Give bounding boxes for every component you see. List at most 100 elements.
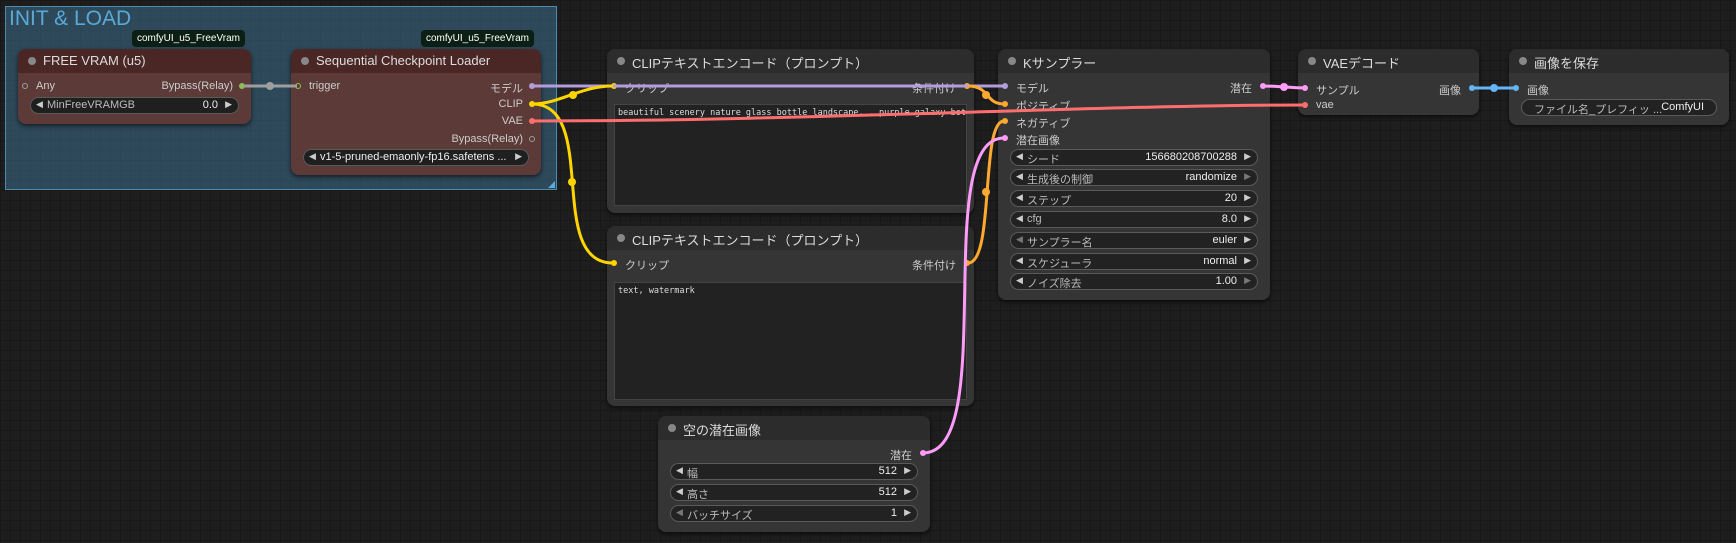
- widget-value[interactable]: v1-5-pruned-emaonly-fp16.safetens ...: [320, 151, 507, 163]
- widget-scheduler[interactable]: ◀ スケジューラ normal ▶: [1010, 253, 1258, 270]
- arrow-left-icon[interactable]: ◀: [1016, 275, 1023, 286]
- arrow-right-icon[interactable]: ▶: [904, 486, 911, 497]
- node-header[interactable]: CLIPテキストエンコード（プロンプト）: [607, 226, 974, 250]
- collapse-dot-icon[interactable]: [1519, 57, 1527, 65]
- arrow-right-icon[interactable]: ▶: [904, 507, 911, 518]
- widget-value[interactable]: ComfyUI: [1661, 101, 1704, 113]
- collapse-dot-icon[interactable]: [617, 57, 625, 65]
- widget-value[interactable]: 20: [1225, 192, 1237, 204]
- arrow-left-icon[interactable]: ◀: [309, 151, 316, 162]
- node-header[interactable]: 画像を保存: [1509, 49, 1729, 73]
- arrow-right-icon[interactable]: ▶: [225, 99, 232, 110]
- output-port-bypass[interactable]: [529, 136, 535, 142]
- input-port-any[interactable]: [22, 83, 28, 89]
- node-save-image[interactable]: 画像を保存 画像 ファイル名_プレフィッ ... ComfyUI: [1509, 49, 1729, 125]
- group-resize-handle[interactable]: [548, 181, 555, 188]
- widget-min-free-vram[interactable]: ◀ MinFreeVRAMGB 0.0 ▶: [30, 97, 239, 114]
- widget-cfg[interactable]: ◀ cfg 8.0 ▶: [1010, 211, 1258, 228]
- output-port-model[interactable]: [529, 83, 535, 89]
- arrow-left-icon[interactable]: ◀: [676, 465, 683, 476]
- output-port-latent[interactable]: [920, 450, 926, 456]
- widget-value[interactable]: 1.00: [1216, 275, 1237, 287]
- widget-control-after-generate[interactable]: ◀ 生成後の制御 randomize ▶: [1010, 169, 1258, 186]
- widget-filename-prefix[interactable]: ファイル名_プレフィッ ... ComfyUI: [1521, 99, 1717, 116]
- arrow-left-icon[interactable]: ◀: [1016, 151, 1023, 162]
- output-port-image[interactable]: [1469, 85, 1475, 91]
- input-port-samples[interactable]: [1302, 85, 1308, 91]
- collapse-dot-icon[interactable]: [668, 424, 676, 432]
- node-header[interactable]: FREE VRAM (u5): [18, 49, 251, 73]
- node-header[interactable]: VAEデコード: [1298, 49, 1479, 73]
- arrow-left-icon[interactable]: ◀: [36, 99, 43, 110]
- widget-ckpt-name[interactable]: ◀ v1-5-pruned-emaonly-fp16.safetens ... …: [303, 149, 529, 166]
- collapse-dot-icon[interactable]: [28, 57, 36, 65]
- arrow-left-icon[interactable]: ◀: [1016, 171, 1023, 182]
- node-ksampler[interactable]: Kサンプラー モデル ポジティブ ネガティブ 潜在画像 潜在 ◀ シード 156…: [998, 49, 1270, 300]
- input-port-images[interactable]: [1513, 85, 1519, 91]
- node-header[interactable]: Sequential Checkpoint Loader: [291, 49, 541, 73]
- widget-value[interactable]: 1: [891, 507, 897, 519]
- widget-value[interactable]: 512: [879, 465, 897, 477]
- collapse-dot-icon[interactable]: [1008, 57, 1016, 65]
- arrow-right-icon[interactable]: ▶: [1244, 213, 1251, 224]
- arrow-left-icon[interactable]: ◀: [1016, 192, 1023, 203]
- group-title[interactable]: INIT & LOAD: [9, 7, 131, 31]
- link-clip-negative-midpoint[interactable]: [568, 178, 576, 186]
- arrow-right-icon[interactable]: ▶: [1244, 151, 1251, 162]
- input-port-latent[interactable]: [1002, 135, 1008, 141]
- node-free-vram[interactable]: FREE VRAM (u5) Any Bypass(Relay) ◀ MinFr…: [18, 49, 251, 124]
- link-image-midpoint[interactable]: [1490, 84, 1498, 92]
- link-conditioning-negative-midpoint[interactable]: [982, 188, 990, 196]
- widget-value[interactable]: 8.0: [1222, 213, 1237, 225]
- arrow-right-icon[interactable]: ▶: [904, 465, 911, 476]
- output-port-clip[interactable]: [529, 101, 535, 107]
- widget-value[interactable]: 512: [879, 486, 897, 498]
- arrow-right-icon[interactable]: ▶: [1244, 275, 1251, 286]
- link-samples-midpoint[interactable]: [1280, 83, 1288, 91]
- output-port-latent[interactable]: [1260, 83, 1266, 89]
- widget-value[interactable]: 156680208700288: [1145, 151, 1237, 163]
- widget-width[interactable]: ◀ 幅 512 ▶: [670, 463, 918, 480]
- input-port-positive[interactable]: [1002, 101, 1008, 107]
- arrow-right-icon[interactable]: ▶: [1244, 234, 1251, 245]
- widget-batch-size[interactable]: ◀ バッチサイズ 1 ▶: [670, 505, 918, 522]
- node-clip-text-encode-negative[interactable]: CLIPテキストエンコード（プロンプト） クリップ 条件付け text, wat…: [607, 226, 974, 406]
- prompt-textarea[interactable]: text, watermark: [614, 282, 967, 400]
- link-conditioning-positive-midpoint[interactable]: [982, 91, 990, 99]
- input-port-negative[interactable]: [1002, 118, 1008, 124]
- arrow-right-icon[interactable]: ▶: [1244, 171, 1251, 182]
- node-empty-latent-image[interactable]: 空の潜在画像 潜在 ◀ 幅 512 ▶ ◀ 高さ 512 ▶ ◀ バッチサイズ …: [658, 416, 930, 532]
- node-vae-decode[interactable]: VAEデコード サンプル vae 画像: [1298, 49, 1479, 115]
- widget-value[interactable]: euler: [1213, 234, 1237, 246]
- widget-denoise[interactable]: ◀ ノイズ除去 1.00 ▶: [1010, 273, 1258, 290]
- widget-value[interactable]: normal: [1203, 255, 1237, 267]
- arrow-left-icon[interactable]: ◀: [1016, 213, 1023, 224]
- widget-height[interactable]: ◀ 高さ 512 ▶: [670, 484, 918, 501]
- input-port-trigger[interactable]: [295, 83, 301, 89]
- arrow-right-icon[interactable]: ▶: [515, 151, 522, 162]
- input-port-clip[interactable]: [611, 260, 617, 266]
- input-port-clip[interactable]: [611, 83, 617, 89]
- widget-sampler-name[interactable]: ◀ サンプラー名 euler ▶: [1010, 232, 1258, 249]
- arrow-left-icon[interactable]: ◀: [1016, 255, 1023, 266]
- input-port-model[interactable]: [1002, 83, 1008, 89]
- prompt-textarea[interactable]: beautiful scenery nature glass bottle la…: [614, 104, 967, 206]
- arrow-right-icon[interactable]: ▶: [1244, 255, 1251, 266]
- output-port-conditioning[interactable]: [964, 260, 970, 266]
- node-clip-text-encode-positive[interactable]: CLIPテキストエンコード（プロンプト） クリップ 条件付け beautiful…: [607, 49, 974, 213]
- link-clip-positive-midpoint[interactable]: [569, 91, 577, 99]
- node-header[interactable]: Kサンプラー: [998, 49, 1270, 73]
- widget-value[interactable]: randomize: [1186, 171, 1237, 183]
- collapse-dot-icon[interactable]: [1308, 57, 1316, 65]
- node-header[interactable]: 空の潜在画像: [658, 416, 930, 440]
- arrow-left-icon[interactable]: ◀: [676, 486, 683, 497]
- widget-value[interactable]: 0.0: [203, 99, 218, 111]
- widget-seed[interactable]: ◀ シード 156680208700288 ▶: [1010, 149, 1258, 166]
- arrow-right-icon[interactable]: ▶: [1244, 192, 1251, 203]
- output-port-conditioning[interactable]: [964, 83, 970, 89]
- node-header[interactable]: CLIPテキストエンコード（プロンプト）: [607, 49, 974, 73]
- arrow-left-icon[interactable]: ◀: [1016, 234, 1023, 245]
- collapse-dot-icon[interactable]: [301, 57, 309, 65]
- collapse-dot-icon[interactable]: [617, 234, 625, 242]
- output-port-vae[interactable]: [529, 118, 535, 124]
